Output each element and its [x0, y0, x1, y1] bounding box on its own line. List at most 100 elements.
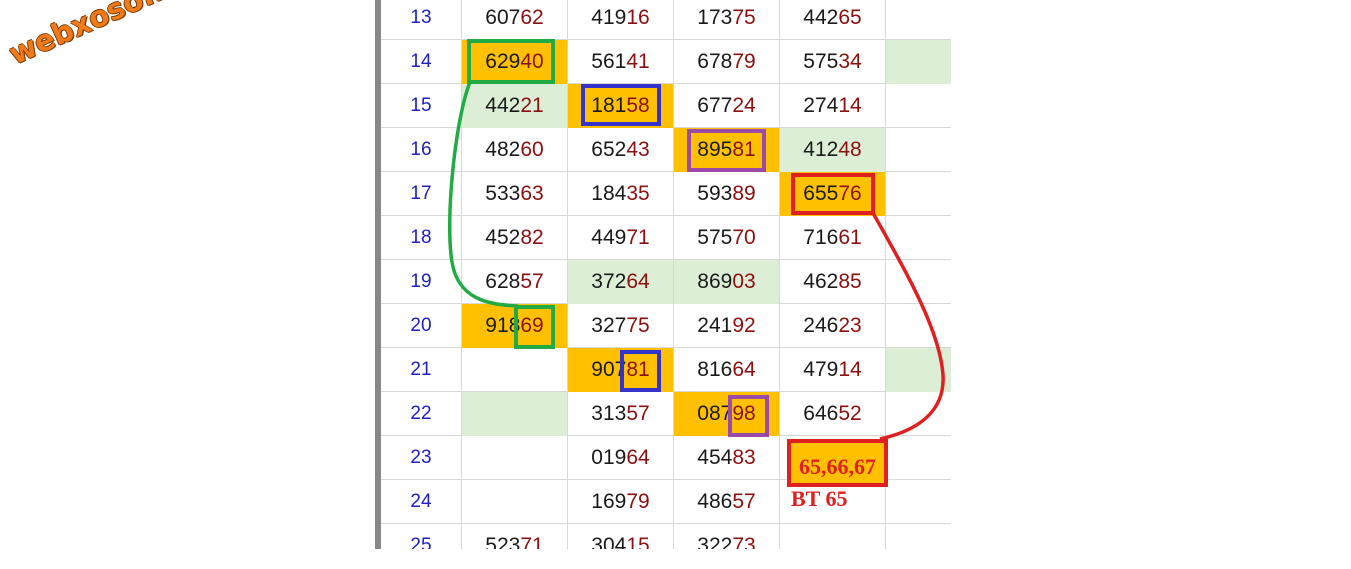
- table-row: 21 907 81 816 64 479 14: [381, 348, 951, 392]
- result-head-digits: 274: [803, 94, 839, 117]
- result-tail-digits: 58: [626, 94, 650, 117]
- result-tail-digits: 23: [838, 314, 862, 337]
- next-column-cell: [885, 348, 951, 392]
- result-tail-digits: 40: [520, 50, 544, 73]
- day-number: 24: [410, 491, 432, 512]
- result-cell: 593 89: [673, 172, 779, 216]
- result-head-digits: 442: [485, 94, 521, 117]
- result-cell: 607 62: [461, 0, 567, 40]
- table-row: 14 629 40 561 41 678 79 575 34: [381, 40, 951, 84]
- result-tail-digits: 34: [838, 50, 862, 73]
- result-tail-digits: 69: [520, 314, 544, 337]
- result-tail-digits: 16: [626, 6, 650, 29]
- result-head-digits: 479: [803, 358, 839, 381]
- result-head-digits: 304: [591, 534, 627, 549]
- result-head-digits: 442: [803, 6, 839, 29]
- next-column-cell: [885, 480, 951, 524]
- result-head-digits: 895: [697, 138, 733, 161]
- result-cell: 442 21: [461, 84, 567, 128]
- result-cell: [461, 480, 567, 524]
- day-number: 16: [410, 139, 432, 160]
- result-cell: 454 83: [673, 436, 779, 480]
- next-column-cell: [885, 172, 951, 216]
- result-cell: 181 58: [567, 84, 673, 128]
- result-tail-digits: 60: [520, 138, 544, 161]
- result-tail-digits: 79: [626, 490, 650, 513]
- result-cell: 482 60: [461, 128, 567, 172]
- result-cell: 327 75: [567, 304, 673, 348]
- table-row: 16 482 60 652 43 895 81 412 48: [381, 128, 951, 172]
- result-head-digits: 246: [803, 314, 839, 337]
- result-cell: 629 40: [461, 40, 567, 84]
- next-column-cell: [885, 0, 951, 40]
- result-tail-digits: 41: [626, 50, 650, 73]
- result-head-digits: 575: [697, 226, 733, 249]
- result-cell: 486 57: [673, 480, 779, 524]
- result-head-digits: 327: [591, 314, 627, 337]
- result-cell: 173 75: [673, 0, 779, 40]
- result-head-digits: 419: [591, 6, 627, 29]
- result-tail-digits: 70: [732, 226, 756, 249]
- result-cell: 087 98: [673, 392, 779, 436]
- result-head-digits: 087: [697, 402, 733, 425]
- result-head-digits: 019: [591, 446, 627, 469]
- result-cell: [461, 436, 567, 480]
- result-cell: 523 71: [461, 524, 567, 549]
- next-column-cell: [885, 524, 951, 549]
- result-tail-digits: 63: [520, 182, 544, 205]
- result-tail-digits: 65: [838, 6, 862, 29]
- result-tail-digits: 21: [520, 94, 544, 117]
- day-number: 22: [410, 403, 432, 424]
- result-tail-digits: 83: [732, 446, 756, 469]
- table-row: 17 533 63 184 35 593 89 655 76: [381, 172, 951, 216]
- result-tail-digits: 85: [838, 270, 862, 293]
- result-cell: [779, 524, 885, 549]
- result-tail-digits: 71: [626, 226, 650, 249]
- result-head-digits: 181: [591, 94, 627, 117]
- result-cell: 646 52: [779, 392, 885, 436]
- result-tail-digits: 75: [626, 314, 650, 337]
- result-head-digits: 716: [803, 226, 839, 249]
- result-head-digits: 462: [803, 270, 839, 293]
- result-head-digits: 869: [697, 270, 733, 293]
- result-head-digits: 449: [591, 226, 627, 249]
- result-cell: 313 57: [567, 392, 673, 436]
- day-number: 23: [410, 447, 432, 468]
- day-number: 13: [410, 7, 432, 28]
- table-row: 19 628 57 372 64 869 03 462 85: [381, 260, 951, 304]
- result-cell: 655 76: [779, 172, 885, 216]
- result-tail-digits: 81: [626, 358, 650, 381]
- result-cell: 533 63: [461, 172, 567, 216]
- result-cell: [461, 392, 567, 436]
- result-cell: 372 64: [567, 260, 673, 304]
- result-cell: 918 69: [461, 304, 567, 348]
- result-cell: [461, 348, 567, 392]
- result-cell: 652 43: [567, 128, 673, 172]
- result-head-digits: 533: [485, 182, 521, 205]
- result-head-digits: 646: [803, 402, 839, 425]
- result-head-digits: 412: [803, 138, 839, 161]
- result-tail-digits: 52: [838, 402, 862, 425]
- result-cell: 274 14: [779, 84, 885, 128]
- result-head-digits: 678: [697, 50, 733, 73]
- result-cell: 479 14: [779, 348, 885, 392]
- result-cell: 304 15: [567, 524, 673, 549]
- result-tail-digits: 57: [626, 402, 650, 425]
- result-tail-digits: 64: [626, 446, 650, 469]
- result-tail-digits: 64: [626, 270, 650, 293]
- result-tail-digits: 57: [732, 490, 756, 513]
- result-head-digits: 628: [485, 270, 521, 293]
- result-head-digits: 173: [697, 6, 733, 29]
- result-head-digits: 593: [697, 182, 733, 205]
- result-head-digits: 452: [485, 226, 521, 249]
- next-column-cell: [885, 40, 951, 84]
- result-tail-digits: 61: [838, 226, 862, 249]
- table-row: 25 523 71 304 15 322 73: [381, 524, 951, 549]
- next-column-cell: [885, 84, 951, 128]
- next-column-cell: [885, 304, 951, 348]
- bt-note: BT 65: [791, 486, 848, 511]
- table-row: 13 607 62 419 16 173 75 442 65: [381, 0, 951, 40]
- day-number: 15: [410, 95, 432, 116]
- result-cell: 678 79: [673, 40, 779, 84]
- result-cell: 412 48: [779, 128, 885, 172]
